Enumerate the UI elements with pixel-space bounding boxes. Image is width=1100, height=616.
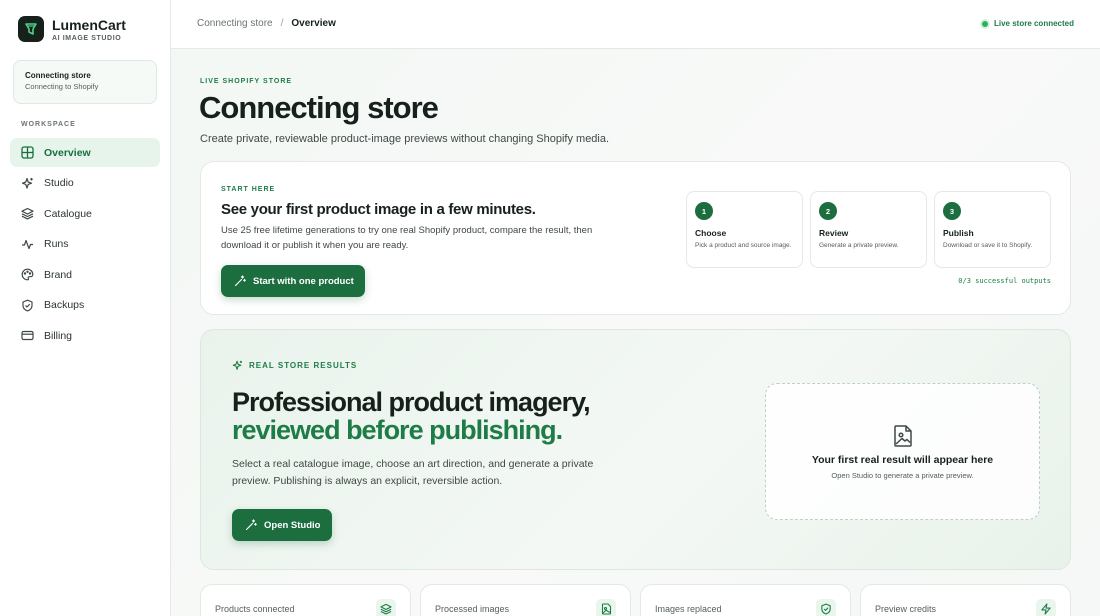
step-description: Pick a product and source image. [695, 242, 792, 249]
results-title-line2: reviewed before publishing. [232, 415, 563, 445]
page-description: Create private, reviewable product-image… [200, 133, 610, 145]
step-title: Publish [943, 228, 974, 238]
brand-name: LumenCart [52, 16, 126, 33]
live-status-text: Live store connected [993, 19, 1074, 28]
layers-icon [376, 599, 396, 616]
zap-icon [1036, 599, 1056, 616]
stat-label: Preview credits [875, 604, 937, 614]
activity-icon [20, 237, 34, 251]
breadcrumb-current: Overview [291, 18, 336, 29]
brand[interactable]: LumenCart AI IMAGE STUDIO [18, 16, 126, 42]
store-title: Connecting store [25, 71, 91, 80]
sidebar-item-label: Studio [44, 177, 74, 189]
start-button-label: Start with one product [253, 275, 354, 287]
stat-label: Images replaced [655, 604, 722, 614]
shield-icon [20, 298, 34, 312]
store-status-card[interactable]: Connecting store Connecting to Shopify [13, 60, 157, 104]
magic-wand-icon [234, 275, 246, 287]
step-title: Choose [695, 228, 727, 238]
sidebar: LumenCart AI IMAGE STUDIO Connecting sto… [0, 0, 171, 616]
page-title: Connecting store [199, 90, 439, 125]
results-eyebrow: REAL STORE RESULTS [232, 360, 357, 371]
breadcrumb-store[interactable]: Connecting store [197, 18, 273, 29]
sidebar-item-backups[interactable]: Backups [10, 291, 160, 320]
sidebar-item-label: Backups [44, 299, 85, 311]
live-status-badge: Live store connected [981, 19, 1074, 28]
sidebar-item-brand[interactable]: Brand [10, 260, 160, 289]
palette-icon [20, 268, 34, 282]
stat-preview-credits: Preview credits [860, 584, 1071, 616]
page-eyebrow: LIVE SHOPIFY STORE [200, 78, 293, 85]
step-review: 2 Review Generate a private preview. [810, 191, 927, 268]
stat-label: Processed images [435, 604, 510, 614]
sidebar-item-label: Billing [44, 329, 73, 342]
magic-wand-icon [245, 519, 257, 531]
step-title: Review [819, 228, 849, 238]
sidebar-item-label: Overview [44, 146, 91, 159]
workspace-section-label: WORKSPACE [21, 121, 76, 128]
topbar: Connecting store / Overview Live store c… [171, 0, 1100, 49]
stats-row: Products connected Processed images Imag… [200, 584, 1080, 616]
start-with-one-product-button[interactable]: Start with one product [221, 265, 365, 297]
step-number: 1 [695, 202, 713, 220]
stat-images-replaced: Images replaced [640, 584, 851, 616]
main-content: LIVE SHOPIFY STORE Connecting store Crea… [171, 49, 1100, 616]
breadcrumb-separator: / [280, 18, 284, 29]
grid-icon [20, 146, 34, 160]
step-description: Generate a private preview. [819, 242, 899, 249]
outputs-progress: 0/3 successful outputs [958, 277, 1051, 285]
sparkles-icon [20, 176, 34, 190]
sidebar-item-runs[interactable]: Runs [10, 230, 160, 259]
step-publish: 3 Publish Download or save it to Shopify… [934, 191, 1051, 268]
placeholder-subtitle: Open Studio to generate a private previe… [831, 471, 974, 480]
logo-icon [18, 16, 44, 42]
step-choose: 1 Choose Pick a product and source image… [686, 191, 803, 268]
results-description: Select a real catalogue image, choose an… [232, 458, 594, 487]
sidebar-item-billing[interactable]: Billing [10, 321, 160, 350]
breadcrumb: Connecting store / Overview [197, 18, 336, 29]
step-number: 3 [943, 202, 961, 220]
store-subtitle: Connecting to Shopify [25, 82, 99, 91]
sidebar-item-label: Catalogue [44, 207, 92, 220]
result-placeholder: Your first real result will appear here … [765, 383, 1040, 520]
stat-label: Products connected [215, 604, 295, 614]
sidebar-item-label: Runs [44, 238, 69, 250]
open-studio-label: Open Studio [264, 519, 321, 531]
image-file-icon [596, 599, 616, 616]
start-description: Use 25 free lifetime generations to try … [221, 225, 593, 251]
open-studio-button[interactable]: Open Studio [232, 509, 332, 541]
sidebar-nav: Overview Studio Catalogue Runs Brand Bac… [10, 138, 160, 352]
step-description: Download or save it to Shopify. [943, 242, 1033, 249]
image-file-icon [892, 424, 914, 453]
sidebar-item-label: Brand [44, 268, 73, 281]
sparkles-icon [232, 360, 243, 371]
stat-products-connected: Products connected [200, 584, 411, 616]
sidebar-item-overview[interactable]: Overview [10, 138, 160, 167]
results-eyebrow-text: REAL STORE RESULTS [249, 361, 358, 370]
onboarding-steps: 1 Choose Pick a product and source image… [686, 191, 1058, 268]
credit-card-icon [20, 329, 34, 343]
placeholder-title: Your first real result will appear here [811, 454, 994, 466]
start-here-card: START HERE See your first product image … [200, 161, 1071, 315]
start-eyebrow: START HERE [221, 186, 276, 193]
shield-check-icon [816, 599, 836, 616]
brand-subtitle: AI IMAGE STUDIO [52, 34, 122, 42]
sidebar-item-catalogue[interactable]: Catalogue [10, 199, 160, 228]
results-title-line1: Professional product imagery, [232, 387, 591, 417]
start-title: See your first product image in a few mi… [221, 201, 536, 218]
real-store-results-card: REAL STORE RESULTS Professional product … [200, 329, 1071, 570]
layers-icon [20, 207, 34, 221]
step-number: 2 [819, 202, 837, 220]
status-dot-icon [981, 20, 988, 27]
stat-processed-images: Processed images [420, 584, 631, 616]
sidebar-item-studio[interactable]: Studio [10, 169, 160, 198]
